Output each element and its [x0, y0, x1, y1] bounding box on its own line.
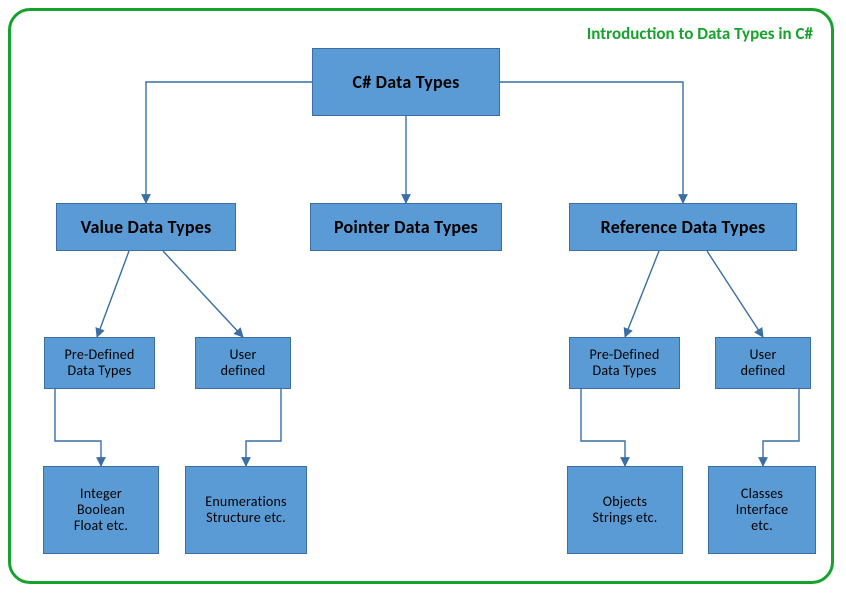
node-pointer: Pointer Data Types — [310, 203, 502, 251]
node-val-predef: Pre-Defined Data Types — [44, 337, 155, 389]
node-val-user-label: User defined — [215, 343, 272, 383]
node-ref-user-ex: Classes Interface etc. — [708, 466, 816, 554]
node-pointer-label: Pointer Data Types — [328, 213, 484, 242]
node-reference: Reference Data Types — [569, 203, 797, 251]
diagram-frame: Introduction to Data Types in C# C# Data… — [8, 8, 834, 584]
node-ref-predef-ex: Objects Strings etc. — [567, 466, 683, 554]
node-ref-predef-ex-label: Objects Strings etc. — [586, 490, 663, 530]
node-val-predef-label: Pre-Defined Data Types — [59, 343, 141, 383]
node-val-user-ex-label: Enumerations Structure etc. — [199, 490, 292, 530]
diagram-title: Introduction to Data Types in C# — [587, 23, 813, 44]
node-ref-predef: Pre-Defined Data Types — [569, 337, 680, 389]
node-val-user: User defined — [195, 337, 291, 389]
node-ref-user-label: User defined — [735, 343, 792, 383]
node-val-predef-ex-label: Integer Boolean Float etc. — [68, 482, 134, 538]
node-ref-user-ex-label: Classes Interface etc. — [730, 482, 795, 538]
node-ref-predef-label: Pre-Defined Data Types — [584, 343, 666, 383]
node-reference-label: Reference Data Types — [595, 213, 772, 242]
node-value: Value Data Types — [56, 203, 236, 251]
node-root-label: C# Data Types — [346, 68, 465, 97]
node-val-predef-ex: Integer Boolean Float etc. — [43, 466, 159, 554]
node-value-label: Value Data Types — [75, 213, 218, 242]
node-ref-user: User defined — [715, 337, 811, 389]
node-val-user-ex: Enumerations Structure etc. — [185, 466, 307, 554]
node-root: C# Data Types — [312, 48, 500, 116]
